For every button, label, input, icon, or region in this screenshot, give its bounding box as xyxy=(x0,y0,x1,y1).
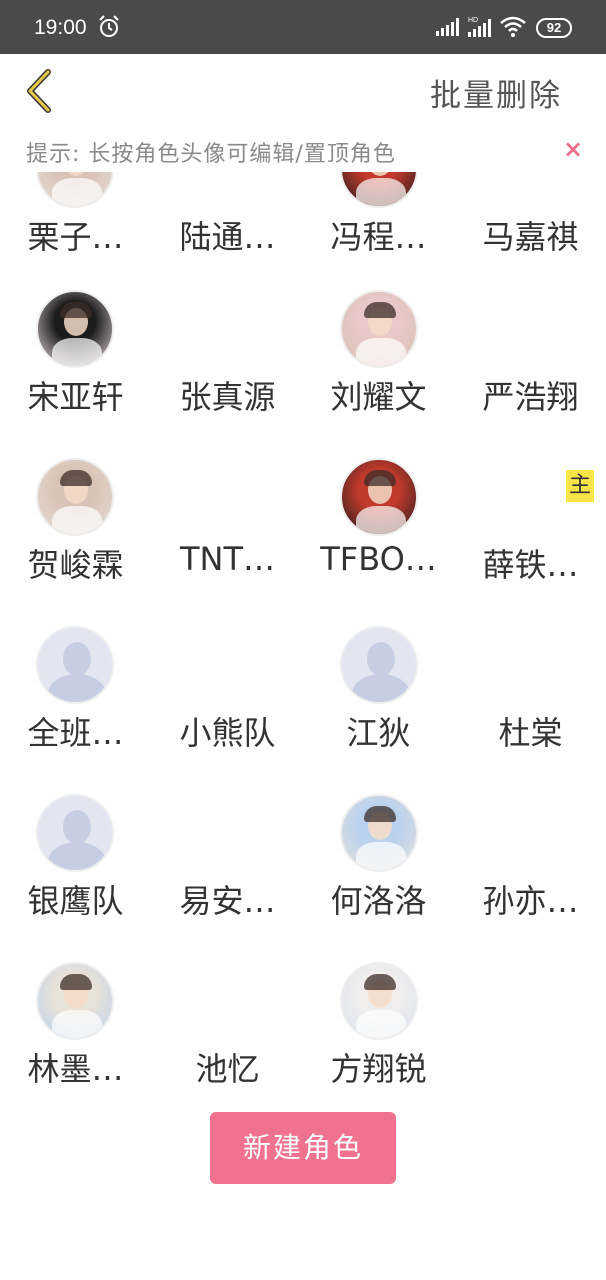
role-avatar[interactable] xyxy=(36,962,114,1040)
default-avatar-icon[interactable] xyxy=(36,794,114,872)
role-name: 严浩翔 xyxy=(482,378,579,416)
status-bar: 19:00 HD 92 xyxy=(0,0,606,54)
tip-text: 提示: 长按角色头像可编辑/置顶角色 xyxy=(26,142,396,167)
role-name: 方翔锐 xyxy=(330,1050,427,1088)
default-avatar-icon[interactable] xyxy=(340,626,418,704)
role-name: 冯程… xyxy=(330,218,427,256)
cell-signal-hd-icon: HD xyxy=(468,17,491,37)
role-avatar[interactable] xyxy=(36,290,114,368)
role-name: 何洛洛 xyxy=(330,882,427,920)
role-name: 小熊队 xyxy=(179,714,276,752)
role-name: 陆通… xyxy=(179,218,276,256)
battery-indicator: 92 xyxy=(536,18,572,38)
app-header: 批量删除 xyxy=(0,54,606,130)
role-avatar[interactable] xyxy=(340,172,418,208)
role-name: 马嘉祺 xyxy=(482,218,579,256)
role-name: 薛铁… xyxy=(482,546,579,584)
role-name: 贺峻霖 xyxy=(27,546,124,584)
cell-signal-icon xyxy=(436,18,459,36)
role-avatar[interactable] xyxy=(340,458,418,536)
role-name: 宋亚轩 xyxy=(27,378,124,416)
role-avatar[interactable] xyxy=(36,458,114,536)
role-name: 林墨… xyxy=(27,1050,124,1088)
role-name: 杜棠 xyxy=(498,714,563,752)
main-role-badge: 主 xyxy=(566,470,594,502)
role-avatar[interactable] xyxy=(340,290,418,368)
role-grid: 栗子… 陆通… 冯程… 马嘉祺宋亚轩 张真源 刘耀文 严浩翔贺峻霖 TNT… TFBO… 主薛铁…… xyxy=(0,172,606,1102)
tip-bar: 提示: 长按角色头像可编辑/置顶角色 × xyxy=(0,130,606,172)
role-name: 栗子… xyxy=(27,218,124,256)
default-avatar-icon[interactable] xyxy=(36,626,114,704)
role-name: 孙亦… xyxy=(482,882,579,920)
batch-delete-button[interactable]: 批量删除 xyxy=(430,70,562,115)
role-name: TNT… xyxy=(179,540,276,578)
role-name: 全班… xyxy=(27,714,124,752)
alarm-clock-icon xyxy=(99,15,119,37)
new-role-button[interactable]: 新建角色 xyxy=(210,1112,396,1184)
close-icon[interactable]: × xyxy=(563,135,583,163)
role-name: 易安… xyxy=(179,882,276,920)
chevron-left-icon[interactable] xyxy=(20,68,60,114)
role-avatar[interactable] xyxy=(340,794,418,872)
role-name: 江狄 xyxy=(346,714,411,752)
role-name: 刘耀文 xyxy=(330,378,427,416)
role-name: 池忆 xyxy=(195,1050,260,1088)
role-name: 张真源 xyxy=(179,378,276,416)
role-name: 银鹰队 xyxy=(27,882,124,920)
wifi-icon xyxy=(500,16,526,37)
role-name: TFBO… xyxy=(320,540,437,578)
status-time: 19:00 xyxy=(34,16,87,39)
hd-label: HD xyxy=(468,17,478,24)
role-avatar[interactable] xyxy=(340,962,418,1040)
role-avatar[interactable] xyxy=(36,172,114,208)
